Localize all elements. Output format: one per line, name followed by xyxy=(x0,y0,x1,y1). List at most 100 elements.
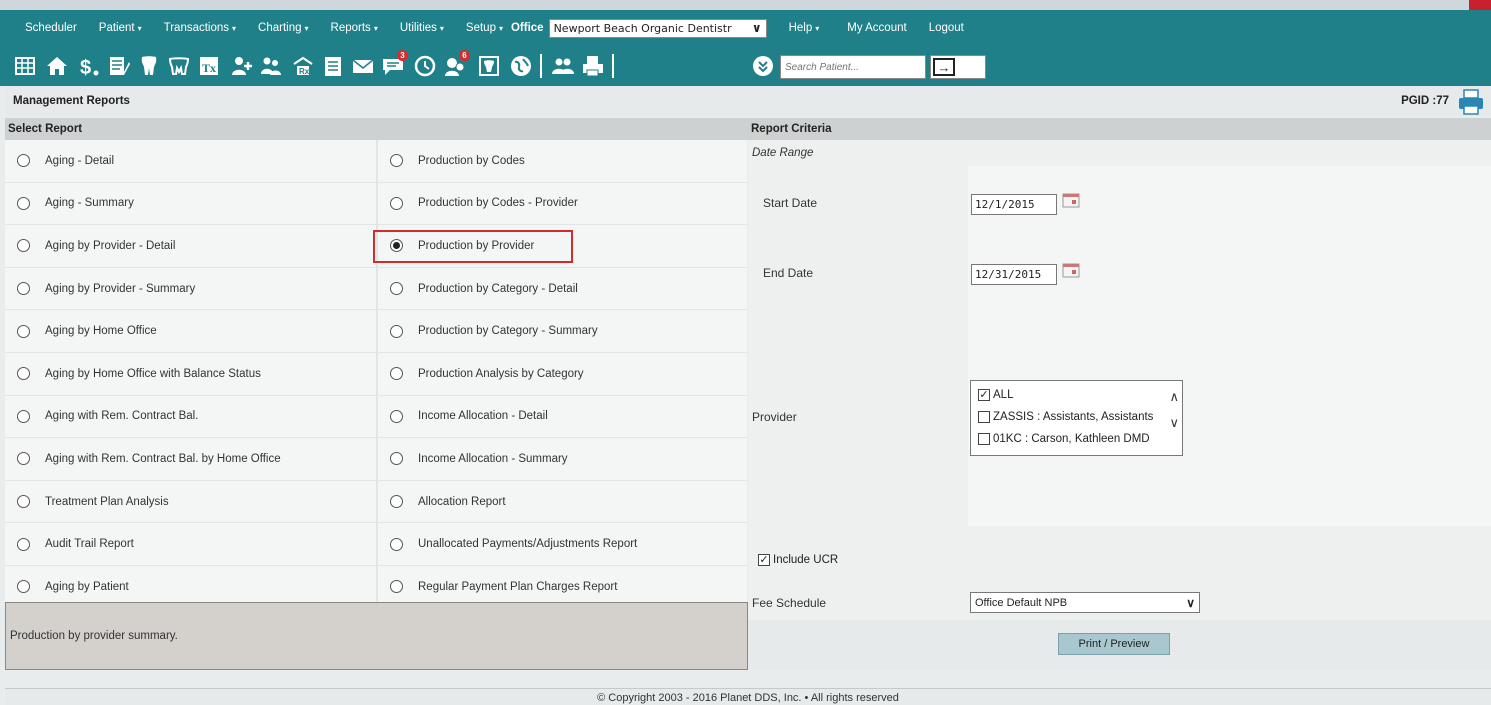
report-option[interactable]: Aging with Rem. Contract Bal. by Home Of… xyxy=(5,438,376,480)
radio-icon[interactable] xyxy=(17,367,30,381)
menu-help[interactable]: Help ▾ xyxy=(789,22,820,34)
checkbox-icon[interactable] xyxy=(978,433,990,445)
report-option[interactable]: Unallocated Payments/Adjustments Report xyxy=(376,523,747,565)
report-option[interactable]: Aging with Rem. Contract Bal. xyxy=(5,395,376,438)
report-option[interactable]: Allocation Report xyxy=(376,480,747,523)
add-patient-icon[interactable] xyxy=(228,53,254,79)
tooth-chart-icon[interactable] xyxy=(476,53,502,79)
calendar-icon[interactable] xyxy=(1062,192,1080,208)
radio-selected-icon[interactable] xyxy=(390,239,403,253)
fee-schedule-label: Fee Schedule xyxy=(752,596,827,610)
svg-text:Rx: Rx xyxy=(299,67,310,76)
checkbox-icon[interactable] xyxy=(978,411,990,423)
menu-transactions[interactable]: Transactions ▾ xyxy=(164,22,236,34)
mail-icon[interactable] xyxy=(350,53,376,79)
close-window-corner[interactable] xyxy=(1469,0,1491,10)
radio-icon[interactable] xyxy=(17,495,30,509)
radio-icon[interactable] xyxy=(390,282,403,296)
menu-charting[interactable]: Charting ▾ xyxy=(258,22,308,34)
radio-icon[interactable] xyxy=(390,452,403,466)
end-date-input[interactable] xyxy=(971,264,1057,285)
menu-setup[interactable]: Setup ▾ xyxy=(466,22,503,34)
radio-icon[interactable] xyxy=(17,196,30,210)
radio-icon[interactable] xyxy=(390,154,403,168)
provider-list[interactable]: ✓ ALL ZASSIS : Assistants, Assistants 01… xyxy=(970,380,1183,456)
pharmacy-rx-icon[interactable]: Rx xyxy=(290,53,316,79)
search-patient-input[interactable] xyxy=(780,55,926,79)
radio-icon[interactable] xyxy=(390,324,403,338)
patient-alert-icon[interactable]: 6 xyxy=(442,50,470,79)
checkbox-checked-icon[interactable]: ✓ xyxy=(758,554,770,566)
report-option[interactable]: Production by Codes xyxy=(376,140,747,182)
radio-icon[interactable] xyxy=(17,324,30,338)
report-option[interactable]: Production by Codes - Provider xyxy=(376,182,747,225)
dollar-icon[interactable]: $ xyxy=(76,53,102,79)
scroll-up-icon[interactable]: ∧ xyxy=(1169,389,1179,405)
printer-icon[interactable] xyxy=(1457,88,1485,116)
clock-icon[interactable] xyxy=(412,53,438,79)
report-option-label: Production by Category - Summary xyxy=(418,325,598,338)
date-range-label: Date Range xyxy=(748,140,1491,166)
print-station-icon[interactable] xyxy=(580,53,606,79)
provider-option-01kc[interactable]: 01KC : Carson, Kathleen DMD xyxy=(978,433,1150,445)
report-option[interactable]: Aging by Home Office xyxy=(5,310,376,352)
radio-icon[interactable] xyxy=(390,580,403,594)
home-icon[interactable] xyxy=(44,53,70,79)
include-ucr-option[interactable]: ✓ Include UCR xyxy=(758,554,838,566)
report-option[interactable]: Aging by Provider - Summary xyxy=(5,267,376,310)
report-option[interactable]: Income Allocation - Detail xyxy=(376,395,747,438)
menu-my-account[interactable]: My Account xyxy=(847,22,906,34)
calendar-icon[interactable] xyxy=(1062,262,1080,278)
report-row: Aging by Provider - Summary Production by… xyxy=(5,267,748,311)
report-option-label: Aging - Detail xyxy=(45,154,115,167)
ledger-icon[interactable] xyxy=(106,53,132,79)
teeth-icon[interactable] xyxy=(166,53,192,79)
report-option[interactable]: Production by Category - Summary xyxy=(376,310,747,352)
menu-reports[interactable]: Reports ▾ xyxy=(331,22,378,34)
report-option[interactable]: Production Analysis by Category xyxy=(376,352,747,395)
radio-icon[interactable] xyxy=(17,409,30,423)
globe-icon[interactable] xyxy=(508,53,534,79)
radio-icon[interactable] xyxy=(390,409,403,423)
report-option[interactable]: Aging by Provider - Detail xyxy=(5,225,376,267)
report-option[interactable]: Audit Trail Report xyxy=(5,523,376,565)
radio-icon[interactable] xyxy=(17,154,30,168)
checkbox-checked-icon[interactable]: ✓ xyxy=(978,389,990,401)
search-go-button[interactable]: → xyxy=(930,55,986,79)
message-icon[interactable]: 3 xyxy=(380,50,408,79)
radio-icon[interactable] xyxy=(390,537,403,551)
provider-option-all[interactable]: ✓ ALL xyxy=(978,389,1013,401)
family-icon[interactable] xyxy=(258,53,284,79)
report-option-label: Income Allocation - Summary xyxy=(418,452,568,465)
fee-schedule-select[interactable]: Office Default NPB ∨ xyxy=(970,592,1200,613)
print-preview-button[interactable]: Print / Preview xyxy=(1058,633,1170,655)
menu-patient[interactable]: Patient ▾ xyxy=(99,22,142,34)
office-select[interactable]: Newport Beach Organic Dentistr ∨ xyxy=(548,18,767,38)
menu-logout[interactable]: Logout xyxy=(929,22,964,34)
report-option[interactable]: Aging by Home Office with Balance Status xyxy=(5,352,376,395)
treatment-tx-icon[interactable]: Tx xyxy=(196,53,222,79)
report-option[interactable]: Income Allocation - Summary xyxy=(376,438,747,480)
radio-icon[interactable] xyxy=(17,537,30,551)
scroll-down-icon[interactable]: ∨ xyxy=(1169,415,1179,431)
group-icon[interactable] xyxy=(550,53,576,79)
report-option[interactable]: Production by Provider xyxy=(373,225,747,267)
radio-icon[interactable] xyxy=(390,495,403,509)
radio-icon[interactable] xyxy=(17,239,30,253)
notes-icon[interactable] xyxy=(320,53,346,79)
radio-icon[interactable] xyxy=(390,196,403,210)
radio-icon[interactable] xyxy=(17,282,30,296)
report-option[interactable]: Aging - Summary xyxy=(5,182,376,225)
report-option[interactable]: Aging - Detail xyxy=(5,140,376,182)
radio-icon[interactable] xyxy=(17,580,30,594)
provider-option-zassis[interactable]: ZASSIS : Assistants, Assistants xyxy=(978,411,1153,423)
calendar-grid-icon[interactable] xyxy=(12,53,38,79)
start-date-input[interactable] xyxy=(971,194,1057,215)
tooth-icon[interactable] xyxy=(136,53,162,79)
report-option[interactable]: Treatment Plan Analysis xyxy=(5,480,376,523)
report-option[interactable]: Production by Category - Detail xyxy=(376,267,747,310)
menu-scheduler[interactable]: Scheduler xyxy=(25,22,77,34)
radio-icon[interactable] xyxy=(17,452,30,466)
menu-utilities[interactable]: Utilities ▾ xyxy=(400,22,444,34)
radio-icon[interactable] xyxy=(390,367,403,381)
